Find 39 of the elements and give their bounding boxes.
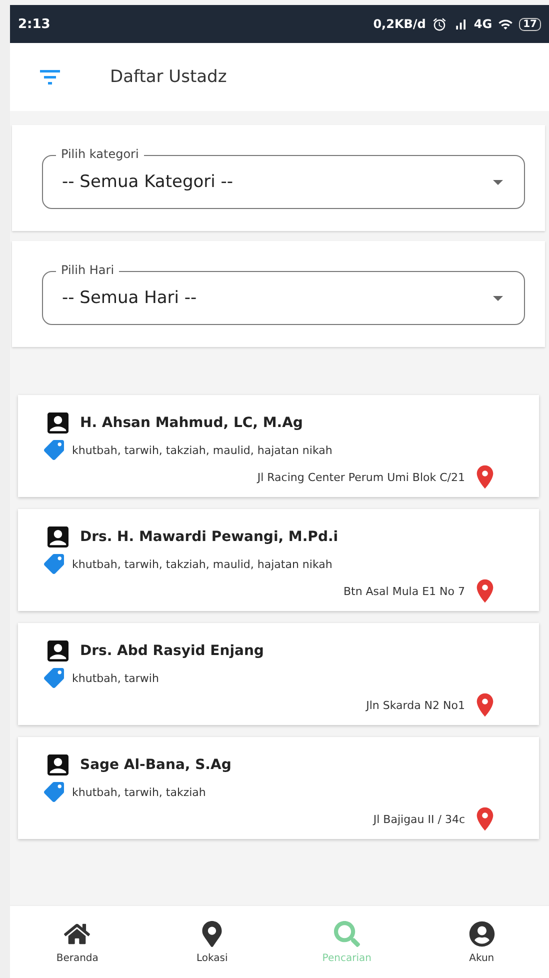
ustadz-name: Sage Al-Bana, S.Ag: [80, 757, 232, 773]
field-label: Pilih kategori: [56, 146, 144, 162]
nav-tab[interactable]: Lokasi: [167, 920, 258, 964]
battery-level: 17: [519, 18, 541, 30]
tag-icon: [44, 440, 64, 460]
ustadz-name: Drs. Abd Rasyid Enjang: [80, 643, 264, 659]
address-text: Jl Racing Center Perum Umi Blok C/21: [257, 470, 465, 484]
page-title: Daftar Ustadz: [110, 67, 227, 87]
dropdown-field[interactable]: Pilih kategori -- Semua Kategori --: [42, 146, 525, 209]
tag-icon: [44, 782, 64, 802]
services-text: khutbah, tarwih, takziah: [72, 786, 206, 798]
ustadz-card[interactable]: Sage Al-Bana, S.Ag khutbah, tarwih, takziah Jl Bajigau II / 34c: [18, 737, 539, 839]
selected-value: -- Semua Kategori --: [62, 172, 234, 192]
account-icon: [468, 920, 495, 946]
net-speed: 0,2KB/d: [373, 17, 426, 31]
services-text: khutbah, tarwih: [72, 672, 159, 684]
alarm-icon: [432, 16, 447, 32]
ustadz-name: Drs. H. Mawardi Pewangi, M.Pd.i: [80, 529, 338, 545]
address-text: Jln Skarda N2 No1: [366, 698, 465, 712]
services-text: khutbah, tarwih, takziah, maulid, hajatan nikah: [72, 444, 332, 456]
address-text: Btn Asal Mula E1 No 7: [343, 584, 465, 598]
filter-icon[interactable]: [40, 69, 60, 85]
dropdown-field[interactable]: Pilih Hari -- Semua Hari --: [42, 262, 525, 325]
clock: 2:13: [18, 16, 50, 32]
services-text: khutbah, tarwih, takziah, maulid, hajatan nikah: [72, 558, 332, 570]
nav-tab[interactable]: Akun: [436, 920, 527, 964]
selected-value: -- Semua Hari --: [62, 288, 198, 308]
tag-icon: [44, 668, 64, 688]
ustadz-card[interactable]: Drs. H. Mawardi Pewangi, M.Pd.i khutbah, tarwih, takziah, maulid, hajatan nikah Btn Asal Mula E1 No 7: [18, 509, 539, 611]
ustadz-card[interactable]: Drs. Abd Rasyid Enjang khutbah, tarwih Jln Skarda N2 No1: [18, 623, 539, 725]
tag-icon: [44, 554, 64, 574]
caret-icon: [493, 180, 503, 184]
address-text: Jl Bajigau II / 34c: [373, 812, 465, 826]
caret-icon: [493, 296, 503, 300]
network-type: 4G: [474, 17, 492, 31]
ustadz-card[interactable]: H. Ahsan Mahmud, LC, M.Ag khutbah, tarwih, takziah, maulid, hajatan nikah Jl Racing Center Perum Umi Blok C/21: [18, 395, 539, 497]
search-icon: [334, 920, 360, 946]
ustadz-name: H. Ahsan Mahmud, LC, M.Ag: [80, 415, 303, 431]
nav-tab[interactable]: Beranda: [32, 920, 122, 964]
